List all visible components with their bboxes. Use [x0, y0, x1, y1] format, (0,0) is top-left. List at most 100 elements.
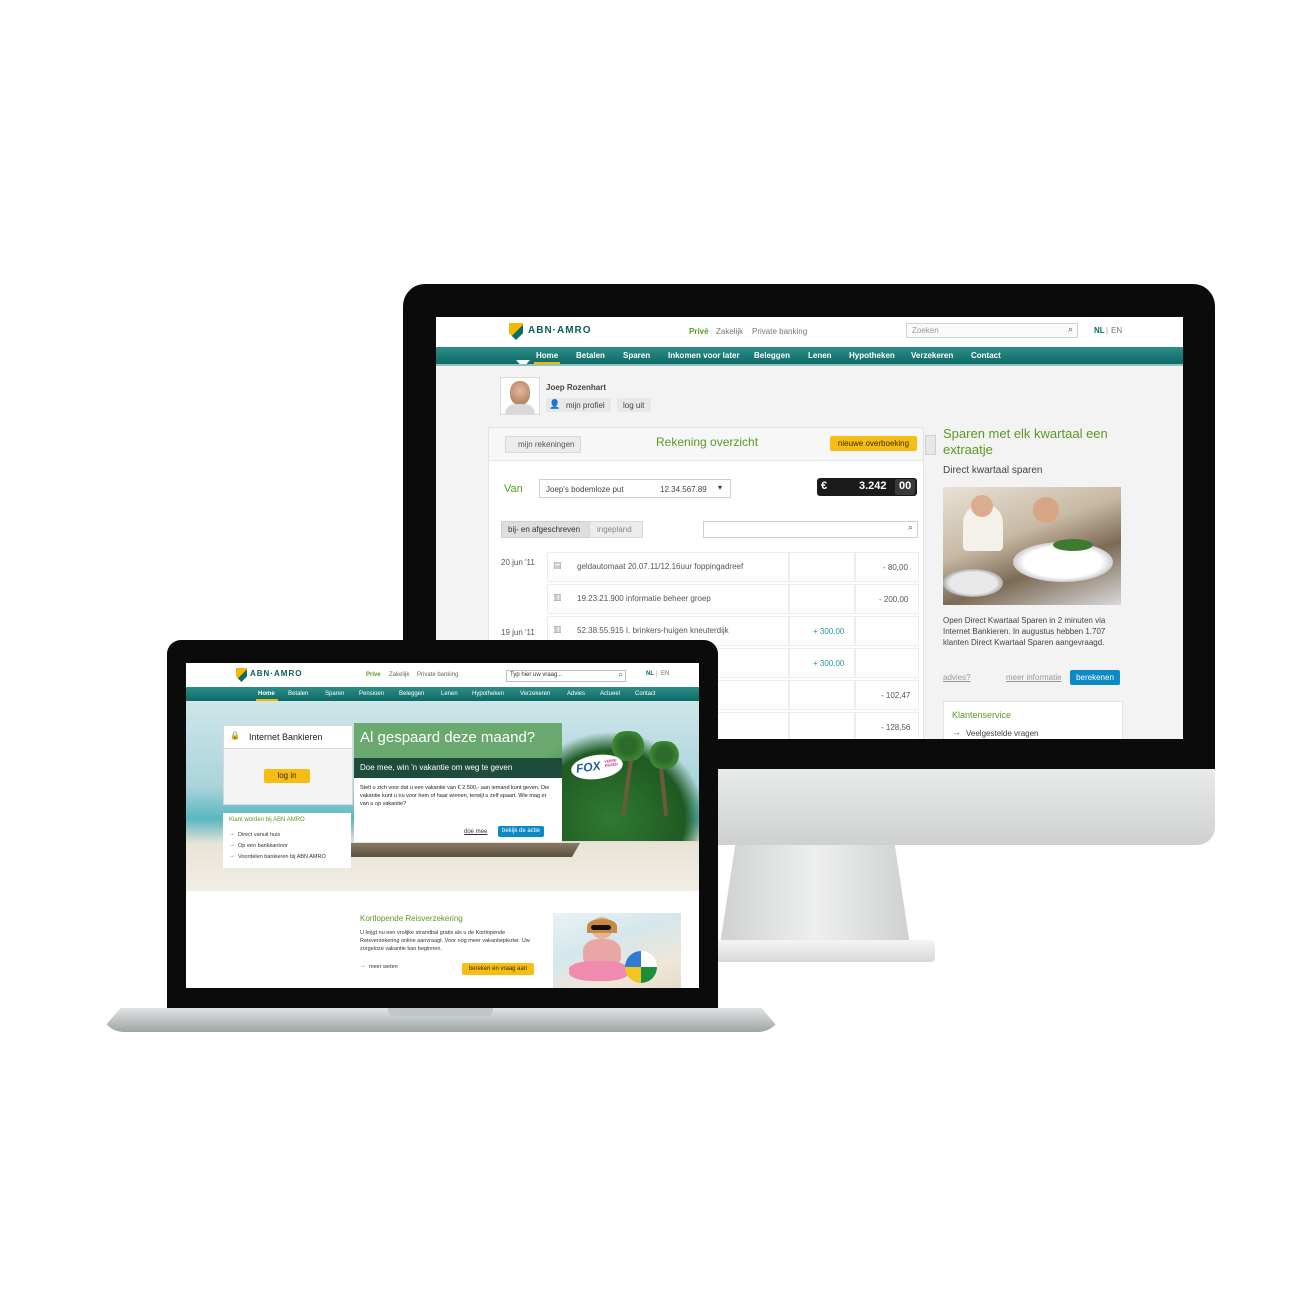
- transaction-search-input[interactable]: ⌕: [703, 521, 918, 538]
- search-placeholder: Typ hier uw vraag...: [510, 672, 563, 678]
- travel-calc-button[interactable]: bereken en vraag aan: [462, 963, 534, 975]
- nav-lenen[interactable]: Lenen: [441, 691, 458, 697]
- account-select[interactable]: Joep's bodemloze put 12.34.567.89 ▾: [539, 479, 731, 498]
- lang-nl[interactable]: NL: [646, 671, 654, 677]
- lang-en[interactable]: EN: [1111, 326, 1122, 335]
- row-description: 52.38.55.915 I. brinkers-huigen kneuterd…: [577, 626, 729, 635]
- back-to-accounts[interactable]: mijn rekeningen: [505, 436, 581, 453]
- nav-inkomen[interactable]: Inkomen voor later: [668, 351, 740, 360]
- arrow-icon: →: [229, 831, 235, 837]
- row-date: 20 jun '11: [501, 558, 535, 567]
- profile-label: mijn profiel: [566, 401, 605, 410]
- client-link-branch[interactable]: Op een bankkantoor: [238, 843, 288, 849]
- nav-verzekeren[interactable]: Verzekeren: [520, 691, 550, 697]
- nav-sparen[interactable]: Sparen: [623, 351, 650, 360]
- lang-nl[interactable]: NL: [1094, 326, 1105, 335]
- lock-icon: 🔒: [230, 731, 240, 740]
- table-row[interactable]: ▥ 19.23.21.900 informatie beheer groep -…: [489, 584, 923, 614]
- arrow-icon: →: [229, 853, 235, 859]
- more-info-link[interactable]: meer informatie: [1006, 673, 1062, 682]
- nav-betalen[interactable]: Betalen: [288, 691, 308, 697]
- lang-separator: |: [1106, 326, 1109, 335]
- customer-service-card: Klantenservice → Veelgestelde vragen: [943, 701, 1123, 739]
- laptop-nav: Home Betalen Sparen Pensioen Beleggen Le…: [186, 687, 699, 701]
- table-row[interactable]: 20 jun '11 ▤ geldautomaat 20.07.11/12.16…: [489, 552, 923, 582]
- segment-zakelijk[interactable]: Zakelijk: [389, 672, 409, 678]
- nav-actueel[interactable]: Actueel: [600, 691, 620, 697]
- segment-prive[interactable]: Privé: [689, 327, 709, 336]
- logout-label: log uit: [623, 401, 645, 410]
- view-campaign-button[interactable]: bekijk de actie: [498, 826, 544, 837]
- nav-lenen[interactable]: Lenen: [808, 351, 832, 360]
- building-icon: ▥: [553, 592, 562, 602]
- row-description: geldautomaat 20.07.11/12.16uur foppingad…: [577, 562, 744, 571]
- laptop-notch: [388, 1008, 493, 1016]
- client-link-home[interactable]: Direct vanuit huis: [238, 832, 280, 838]
- tab-booked-label: bij- en afgeschreven: [508, 525, 581, 534]
- nav-contact[interactable]: Contact: [971, 351, 1001, 360]
- login-button[interactable]: log in: [264, 769, 310, 783]
- join-link[interactable]: doe mee: [464, 829, 487, 835]
- travel-more-link[interactable]: meer weten: [369, 964, 398, 970]
- nav-advies[interactable]: Advies: [567, 691, 585, 697]
- user-icon: 👤: [549, 399, 561, 409]
- campaign-body: Stelt u zich voor dat u een vakantie van…: [354, 778, 562, 842]
- nav-verzekeren[interactable]: Verzekeren: [911, 351, 953, 360]
- row-description: 19.23.21.900 informatie beheer groep: [577, 594, 711, 603]
- search-icon[interactable]: ⌕: [619, 670, 623, 680]
- profile-button[interactable]: 👤 mijn profiel: [546, 398, 611, 412]
- login-title: Internet Bankieren: [249, 732, 323, 742]
- arrow-icon: →: [952, 727, 961, 737]
- campaign-headline-box: Al gespaard deze maand?: [354, 723, 562, 758]
- segment-zakelijk[interactable]: Zakelijk: [716, 327, 743, 336]
- client-link-benefits[interactable]: Voordelen bankieren bij ABN AMRO: [238, 854, 326, 860]
- search-icon[interactable]: ⌕: [908, 522, 913, 533]
- lang-en[interactable]: EN: [661, 671, 669, 677]
- nav-pensioen[interactable]: Pensioen: [359, 691, 384, 697]
- tab-planned[interactable]: ingepland: [589, 521, 643, 538]
- new-transfer-button[interactable]: nieuwe overboeking: [830, 436, 917, 451]
- nav-contact[interactable]: Contact: [635, 691, 656, 697]
- fox-badge-sub: VERRE REIZEN: [604, 758, 618, 768]
- search-input[interactable]: Typ hier uw vraag... ⌕: [506, 670, 626, 682]
- search-icon[interactable]: ⌕: [1068, 324, 1073, 335]
- nav-hypotheken[interactable]: Hypotheken: [849, 351, 895, 360]
- advice-link[interactable]: advies?: [943, 673, 971, 682]
- nav-home[interactable]: Home: [258, 691, 275, 697]
- segment-prive[interactable]: Prive: [366, 672, 381, 678]
- logo-icon: [509, 323, 523, 340]
- logo-icon: [236, 668, 247, 682]
- atm-icon: ▤: [553, 560, 562, 570]
- balance-currency: €: [821, 480, 828, 492]
- row-debit: - 200,00: [879, 595, 909, 604]
- search-placeholder: Zoeken: [912, 326, 939, 335]
- segment-private-banking[interactable]: Private banking: [417, 672, 458, 678]
- search-input[interactable]: Zoeken ⌕: [906, 323, 1078, 338]
- arrow-icon: →: [229, 842, 235, 848]
- nav-betalen[interactable]: Betalen: [576, 351, 605, 360]
- promo-subtitle: Direct kwartaal sparen: [943, 465, 1043, 476]
- sidebar-toggle-handle[interactable]: [925, 435, 936, 455]
- travel-image: [553, 913, 681, 988]
- logout-button[interactable]: log uit: [617, 398, 651, 412]
- nav-hypotheken[interactable]: Hypotheken: [472, 691, 504, 697]
- segment-private-banking[interactable]: Private banking: [752, 327, 807, 336]
- tab-booked[interactable]: bij- en afgeschreven: [501, 521, 590, 538]
- desktop-logo: ABN·AMRO: [528, 325, 592, 336]
- nav-beleggen[interactable]: Beleggen: [754, 351, 790, 360]
- imac-stand: [720, 845, 910, 945]
- nav-sparen[interactable]: Sparen: [325, 691, 344, 697]
- fox-badge-logo: FOX: [575, 758, 602, 776]
- van-label: Van: [504, 483, 523, 495]
- faq-link[interactable]: Veelgestelde vragen: [966, 729, 1039, 738]
- campaign-sub-box: Doe mee, win 'n vakantie om weg te geven: [354, 758, 562, 778]
- calculate-button[interactable]: berekenen: [1070, 670, 1120, 685]
- nav-beleggen[interactable]: Beleggen: [399, 691, 424, 697]
- user-name: Joep Rozenhart: [546, 383, 607, 392]
- nav-home[interactable]: Home: [536, 351, 558, 360]
- become-client-title: Klant worden bij ABN AMRO: [229, 817, 305, 823]
- avatar: [500, 377, 540, 415]
- lang-separator: |: [656, 671, 658, 677]
- row-debit: - 128,56: [881, 723, 911, 732]
- campaign-sub: Doe mee, win 'n vakantie om weg te geven: [360, 763, 513, 772]
